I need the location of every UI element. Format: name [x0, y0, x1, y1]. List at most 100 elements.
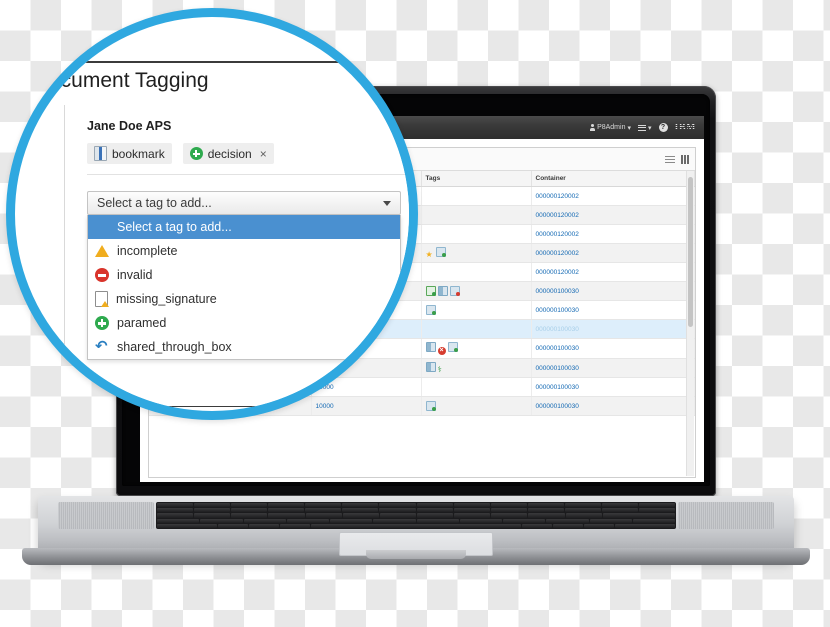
keyboard-key — [200, 518, 243, 523]
row-container-link[interactable]: 000000100030 — [536, 365, 579, 372]
row-container-link[interactable]: 000000120002 — [536, 231, 579, 238]
tag-option[interactable]: paramed — [88, 311, 400, 335]
keyboard-key — [564, 508, 601, 513]
scrollbar-thumb[interactable] — [688, 177, 693, 327]
keyboard-key — [157, 518, 200, 523]
keyboard-key — [194, 513, 231, 518]
tag-chip-decision[interactable]: decision × — [182, 143, 274, 164]
bookmark-icon — [425, 342, 436, 352]
tag-chip-label: bookmark — [112, 146, 165, 161]
row-container-link[interactable]: 000000120002 — [536, 250, 579, 257]
row-container: 000000100030 — [531, 281, 695, 301]
tag-chip-list: bookmark decision × — [65, 133, 409, 174]
keyboard-key — [503, 518, 546, 523]
tag-select[interactable]: Select a tag to add... — [87, 191, 401, 215]
keyboard-key — [490, 508, 527, 513]
row-container-link[interactable]: 000000100030 — [536, 403, 579, 410]
row-tags — [421, 224, 532, 244]
document-add-icon — [435, 247, 446, 257]
keyboard-key — [231, 508, 268, 513]
user-menu[interactable]: P8Admin ▾ — [590, 124, 631, 132]
row-tags — [421, 205, 532, 225]
keyboard-key — [330, 518, 373, 523]
tag-option[interactable]: Select a tag to add... — [88, 215, 400, 239]
tag-option[interactable]: invalid — [88, 263, 400, 287]
keyboard-key — [243, 518, 286, 523]
update-row: Update — [65, 374, 409, 406]
tag-chip-label: decision — [207, 146, 252, 161]
row-container: 000000100030 — [531, 300, 695, 320]
bookmark-icon — [425, 362, 436, 372]
columns-icon[interactable] — [681, 154, 689, 164]
keyboard-key — [342, 503, 379, 508]
row-container-link[interactable]: 000000120002 — [536, 193, 579, 200]
keyboard-key — [305, 508, 342, 513]
page-title: ocument Tagging — [49, 69, 209, 92]
keyboard-key — [528, 513, 565, 518]
keyboard-key — [589, 518, 632, 523]
keyboard-key — [305, 513, 342, 518]
lid-notch — [366, 550, 466, 559]
row-container-link[interactable]: 000000120002 — [536, 269, 579, 276]
keyboard-key — [522, 523, 552, 529]
row-tags — [421, 319, 532, 339]
user-icon — [590, 124, 596, 131]
warning-icon — [95, 245, 110, 257]
keyboard-key — [416, 513, 454, 518]
keyboard-key — [454, 513, 491, 518]
tag-option[interactable]: ↶ shared_through_box — [88, 335, 400, 359]
star-icon: ★ — [425, 250, 433, 259]
keyboard-key — [157, 503, 194, 508]
row-tags — [421, 281, 532, 301]
tag-option[interactable]: incomplete — [88, 239, 400, 263]
keyboard-key — [373, 518, 416, 523]
keyboard-key — [527, 508, 564, 513]
keyboard-key — [459, 518, 502, 523]
col-container[interactable]: Container — [531, 171, 695, 187]
row-tags: × — [421, 338, 532, 359]
row-container: 000000120002 — [531, 243, 695, 263]
keyboard-key — [194, 508, 231, 513]
keyboard-key — [157, 523, 217, 529]
help-icon[interactable]: ? — [658, 123, 668, 132]
no-icon — [95, 220, 109, 234]
paramed-icon: ⚕ — [437, 365, 442, 374]
speaker-grill-left — [58, 502, 154, 529]
update-button[interactable]: Update — [346, 374, 409, 398]
keyboard-key — [565, 513, 602, 518]
keyboard-row — [157, 503, 676, 508]
keyboard-key — [231, 503, 268, 508]
keyboard-key — [305, 503, 342, 508]
tagging-card: Jane Doe APS bookmark decision × Select … — [64, 105, 409, 407]
laptop-base — [22, 496, 810, 565]
keyboard-key — [546, 518, 589, 523]
row-container: 000000120002 — [531, 262, 695, 282]
hamburger-menu[interactable]: ▾ — [637, 123, 652, 132]
tag-option-label: missing_signature — [116, 292, 217, 306]
tag-option-label: Select a tag to add... — [117, 220, 232, 234]
row-container-link[interactable]: 000000100030 — [536, 326, 579, 333]
row-tags: ⚕ — [421, 358, 532, 378]
row-container-link[interactable]: 000000100030 — [536, 384, 579, 391]
row-container-link[interactable]: 000000100030 — [536, 345, 579, 352]
row-container-link[interactable]: 000000120002 — [536, 212, 579, 219]
row-container: 000000100030 — [531, 396, 695, 416]
row-container: 000000120002 — [531, 186, 695, 206]
tag-option[interactable]: missing_signature — [88, 287, 400, 311]
keyboard-key — [553, 523, 583, 529]
row-container-link[interactable]: 000000100030 — [536, 307, 579, 314]
keyboard-key — [311, 523, 521, 529]
tag-chip-bookmark[interactable]: bookmark — [87, 143, 172, 164]
tag-select-options[interactable]: Select a tag to add... incomplete invalid m… — [87, 215, 401, 360]
tag-option-label: incomplete — [117, 244, 178, 258]
col-tags[interactable]: Tags — [421, 171, 532, 187]
keyboard-key — [490, 503, 527, 508]
invalid-icon: × — [437, 347, 446, 355]
keyboard-row — [157, 518, 675, 523]
list-view-icon[interactable] — [665, 154, 675, 165]
remove-tag-icon[interactable]: × — [260, 147, 267, 161]
row-container-link[interactable]: 000000100030 — [536, 288, 579, 295]
keyboard-key — [249, 523, 279, 529]
table-vertical-scrollbar[interactable] — [686, 171, 694, 476]
keyboard-key — [379, 503, 416, 508]
